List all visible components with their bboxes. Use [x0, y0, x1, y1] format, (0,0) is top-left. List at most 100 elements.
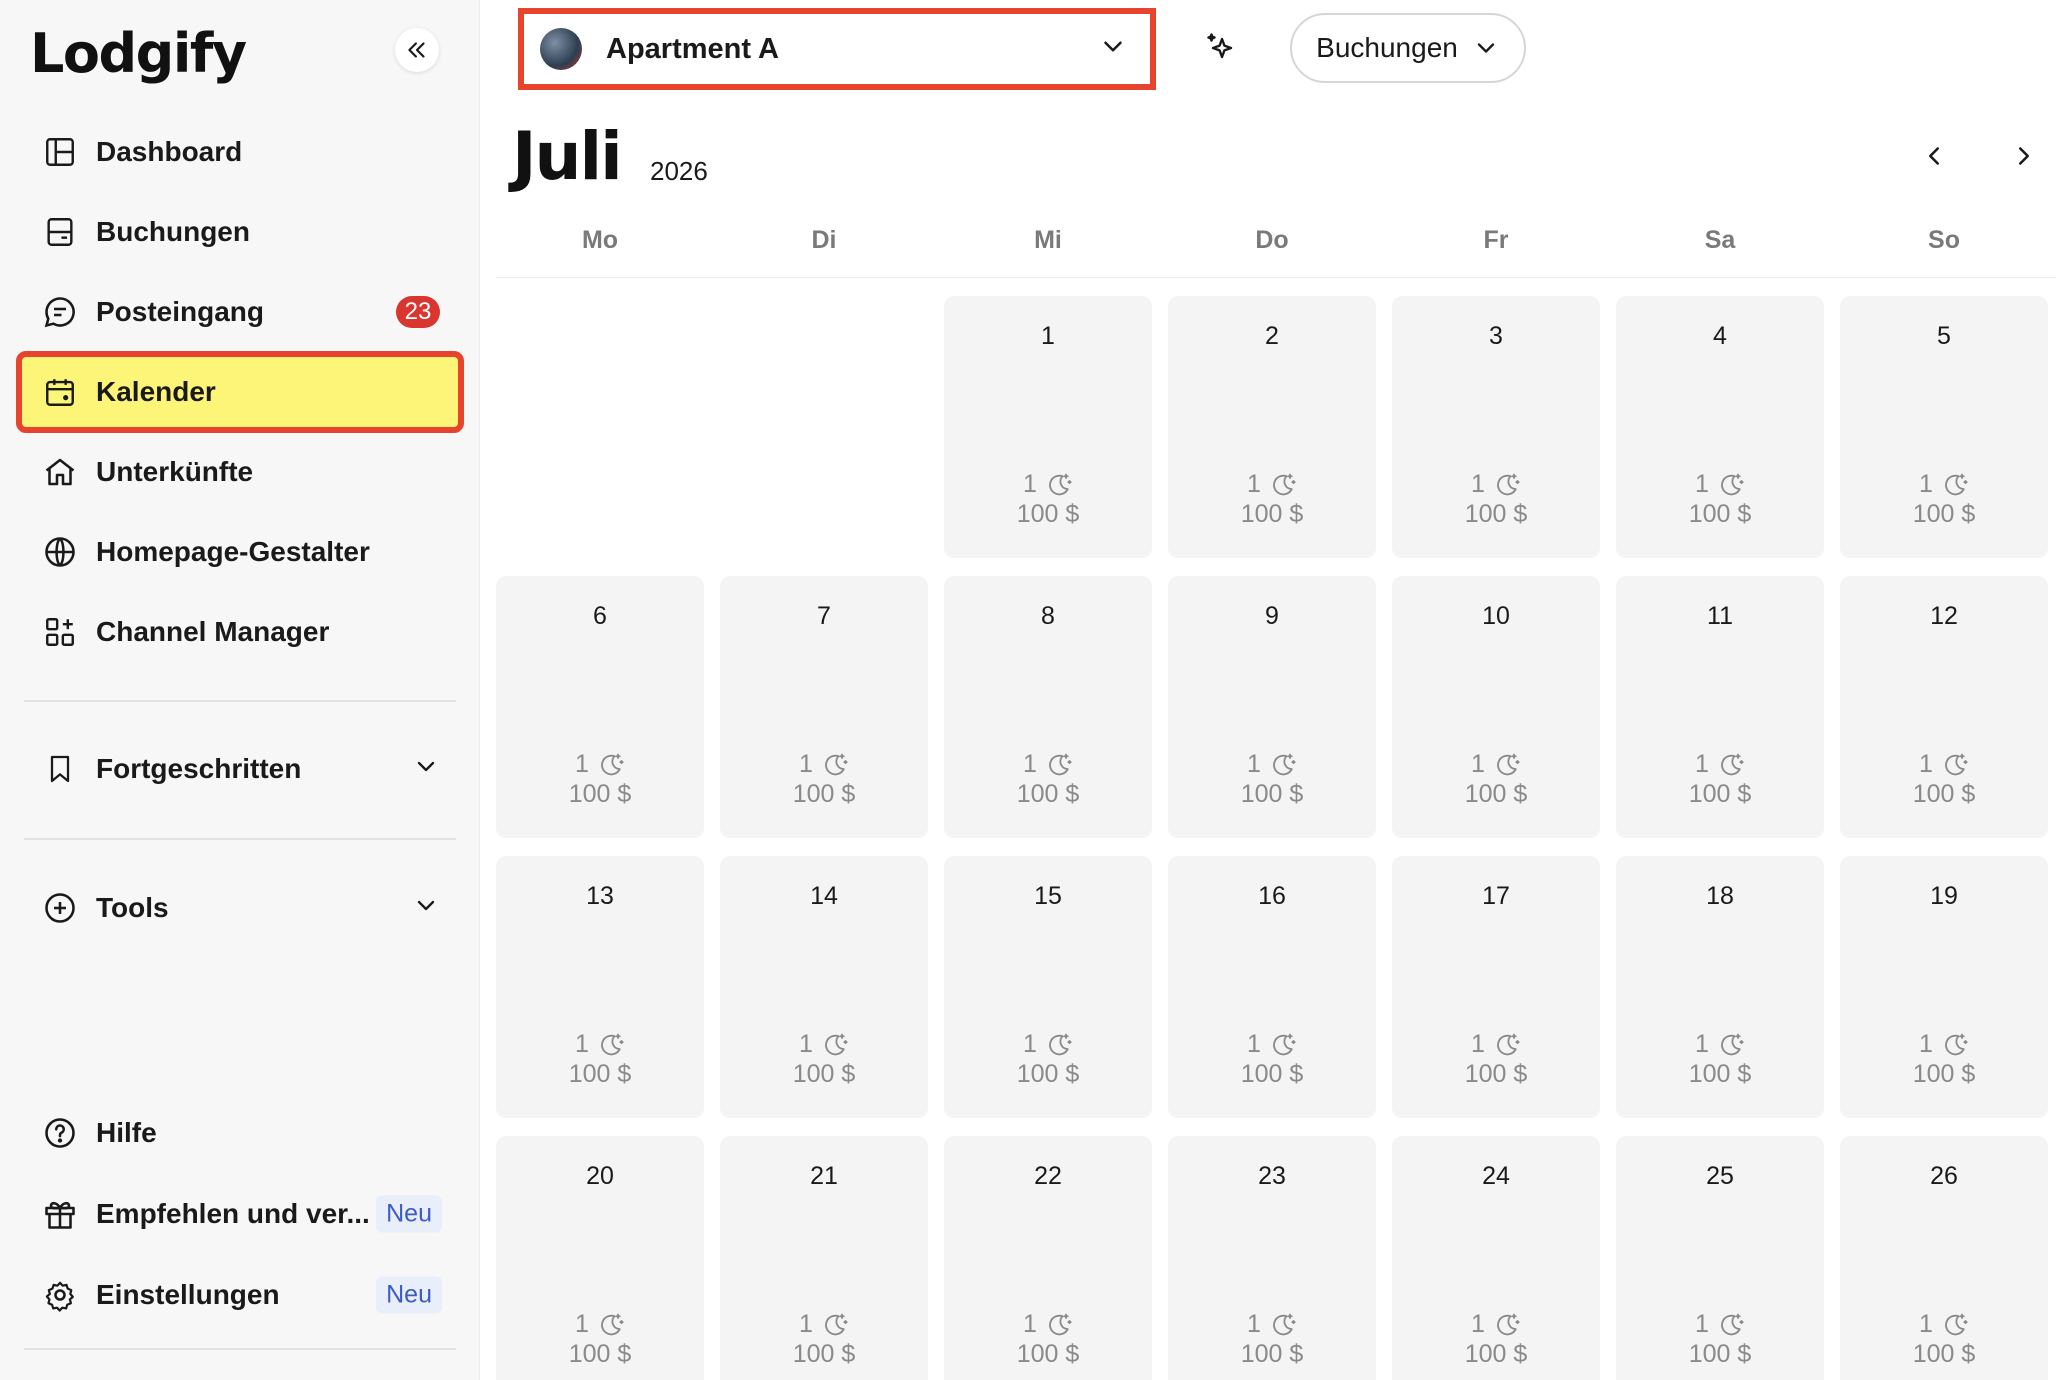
moon-icon — [1045, 471, 1073, 499]
min-nights: 1 — [1616, 470, 1824, 499]
calendar-day-cell[interactable]: 1 1 100 $ — [944, 296, 1152, 558]
day-number: 6 — [593, 602, 607, 630]
min-nights-value: 1 — [1695, 1310, 1709, 1338]
calendar-day-cell[interactable]: 24 1 100 $ — [1392, 1136, 1600, 1380]
calendar-day-cell[interactable]: 12 1 100 $ — [1840, 576, 2048, 838]
sidebar-item-label: Empfehlen und ver... — [96, 1198, 370, 1229]
sidebar-item-homepage-gestalter[interactable]: Homepage-Gestalter — [22, 517, 458, 587]
globe-icon — [40, 532, 80, 572]
sidebar-item-hilfe[interactable]: Hilfe — [22, 1098, 458, 1168]
min-nights: 1 — [944, 750, 1152, 779]
min-nights: 1 — [1392, 1030, 1600, 1059]
calendar-day-cell[interactable]: 21 1 100 $ — [720, 1136, 928, 1380]
sidebar-item-channel-manager[interactable]: Channel Manager — [22, 597, 458, 667]
calendar-day-cell[interactable]: 19 1 100 $ — [1840, 856, 2048, 1118]
calendar-day-cell[interactable]: 20 1 100 $ — [496, 1136, 704, 1380]
calendar-day-cell[interactable]: 10 1 100 $ — [1392, 576, 1600, 838]
ai-sparkle-button[interactable] — [1200, 26, 1244, 70]
sidebar-item-buchungen[interactable]: Buchungen — [22, 197, 458, 267]
property-selector[interactable]: Apartment A — [518, 8, 1156, 90]
calendar-day-cell[interactable]: 23 1 100 $ — [1168, 1136, 1376, 1380]
sidebar-item-kalender[interactable]: Kalender — [16, 351, 464, 433]
day-number: 19 — [1930, 882, 1958, 910]
calendar-day-cell[interactable]: 11 1 100 $ — [1616, 576, 1824, 838]
lodgify-logo[interactable]: Lodgify — [30, 22, 247, 85]
chat-icon — [40, 292, 80, 332]
next-month-button[interactable] — [2004, 136, 2044, 176]
moon-icon — [821, 1031, 849, 1059]
day-price: 100 $ — [1464, 500, 1528, 528]
min-nights: 1 — [944, 1310, 1152, 1339]
moon-icon — [821, 1311, 849, 1339]
min-nights-value: 1 — [799, 750, 813, 778]
calendar-day-cell[interactable]: 14 1 100 $ — [720, 856, 928, 1118]
weekday-label: So — [1928, 226, 1960, 254]
day-number: 18 — [1706, 882, 1734, 910]
sidebar-item-label: Homepage-Gestalter — [96, 536, 370, 567]
year-label: 2026 — [650, 156, 708, 186]
calendar-day-cell[interactable]: 7 1 100 $ — [720, 576, 928, 838]
min-nights-value: 1 — [1471, 470, 1485, 498]
weekday-label: Sa — [1704, 226, 1736, 254]
gear-icon — [40, 1275, 80, 1315]
min-nights: 1 — [720, 1030, 928, 1059]
day-price: 100 $ — [1016, 1060, 1080, 1088]
sidebar-item-empfehlen[interactable]: Empfehlen und ver... Neu — [22, 1179, 458, 1249]
calendar-day-cell[interactable]: 4 1 100 $ — [1616, 296, 1824, 558]
sidebar-item-einstellungen[interactable]: Einstellungen Neu — [22, 1260, 458, 1330]
calendar-day-cell[interactable]: 6 1 100 $ — [496, 576, 704, 838]
advanced-section: Fortgeschritten — [22, 734, 458, 804]
collapse-sidebar-button[interactable] — [395, 28, 439, 72]
calendar-icon — [40, 372, 80, 412]
calendar-day-cell[interactable]: 2 1 100 $ — [1168, 296, 1376, 558]
min-nights: 1 — [1168, 1030, 1376, 1059]
home-icon — [40, 452, 80, 492]
min-nights: 1 — [1616, 1310, 1824, 1339]
min-nights-value: 1 — [799, 1030, 813, 1058]
moon-icon — [1269, 751, 1297, 779]
min-nights: 1 — [1392, 750, 1600, 779]
calendar-day-cell[interactable]: 17 1 100 $ — [1392, 856, 1600, 1118]
sidebar-section-tools[interactable]: Tools — [22, 873, 458, 943]
calendar-day-cell[interactable]: 22 1 100 $ — [944, 1136, 1152, 1380]
moon-icon — [1941, 1311, 1969, 1339]
moon-icon — [1045, 1311, 1073, 1339]
day-price: 100 $ — [1688, 1060, 1752, 1088]
moon-icon — [1269, 1311, 1297, 1339]
weekday-label: Di — [811, 226, 837, 254]
day-number: 26 — [1930, 1162, 1958, 1190]
day-price: 100 $ — [1688, 780, 1752, 808]
sidebar-section-fortgeschritten[interactable]: Fortgeschritten — [22, 734, 458, 804]
calendar-day-cell[interactable]: 26 1 100 $ — [1840, 1136, 2048, 1380]
previous-month-button[interactable] — [1914, 136, 1954, 176]
unread-count-badge: 23 — [396, 296, 440, 328]
sidebar-item-posteingang[interactable]: Posteingang 23 — [22, 277, 458, 347]
sidebar-section-label: Fortgeschritten — [96, 753, 302, 784]
calendar-day-cell[interactable]: 25 1 100 $ — [1616, 1136, 1824, 1380]
day-number: 11 — [1707, 602, 1733, 630]
sidebar-item-label: Unterkünfte — [96, 456, 254, 487]
day-price: 100 $ — [792, 780, 856, 808]
sidebar-item-label: Einstellungen — [96, 1279, 280, 1310]
sidebar-divider — [24, 838, 456, 840]
view-dropdown-button[interactable]: Buchungen — [1290, 13, 1526, 83]
day-number: 14 — [810, 882, 838, 910]
bookmark-icon — [40, 749, 80, 789]
sidebar-item-unterkuenfte[interactable]: Unterkünfte — [22, 437, 458, 507]
day-price: 100 $ — [568, 1060, 632, 1088]
calendar-day-cell[interactable]: 18 1 100 $ — [1616, 856, 1824, 1118]
calendar-day-cell[interactable]: 5 1 100 $ — [1840, 296, 2048, 558]
min-nights-value: 1 — [1695, 470, 1709, 498]
min-nights: 1 — [1616, 750, 1824, 779]
day-price: 100 $ — [568, 780, 632, 808]
calendar-day-cell[interactable]: 3 1 100 $ — [1392, 296, 1600, 558]
min-nights-value: 1 — [575, 1310, 589, 1338]
calendar-day-cell[interactable]: 13 1 100 $ — [496, 856, 704, 1118]
moon-icon — [1493, 751, 1521, 779]
calendar-day-cell[interactable]: 15 1 100 $ — [944, 856, 1152, 1118]
calendar-day-cell[interactable]: 9 1 100 $ — [1168, 576, 1376, 838]
calendar-day-cell[interactable]: 8 1 100 $ — [944, 576, 1152, 838]
sidebar-item-dashboard[interactable]: Dashboard — [22, 117, 458, 187]
calendar-day-cell[interactable]: 16 1 100 $ — [1168, 856, 1376, 1118]
calendar-grid: 1 1 100 $2 1 100 $3 1 100 $4 1 100 $5 1 100 $6 1 100… — [496, 296, 2060, 1380]
